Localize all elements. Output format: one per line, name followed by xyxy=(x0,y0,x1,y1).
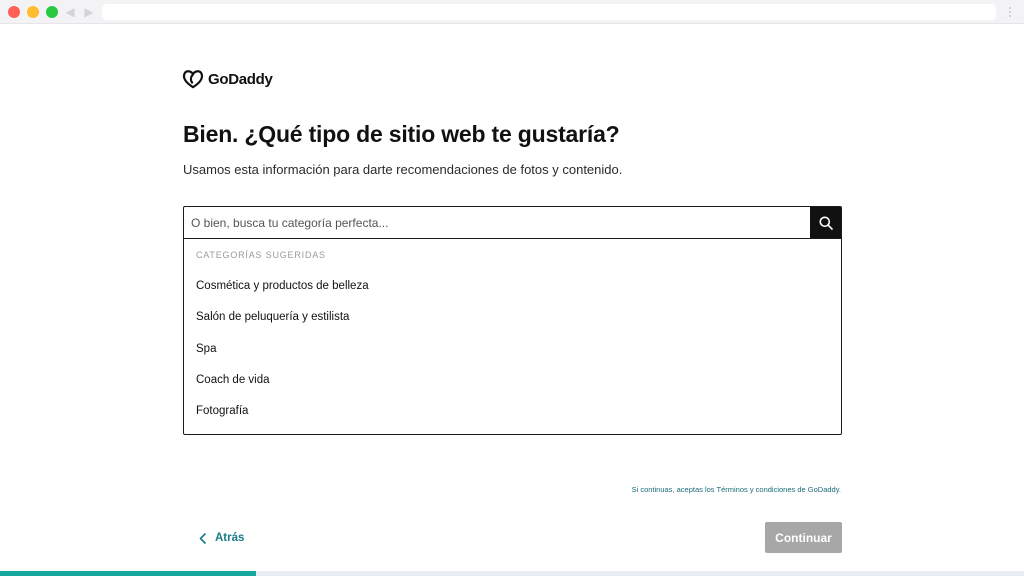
search-icon xyxy=(819,216,833,230)
progress-bar-fill xyxy=(0,571,256,576)
suggestion-life-coach[interactable]: Coach de vida xyxy=(184,365,841,396)
continue-button[interactable]: Continuar xyxy=(765,522,842,553)
suggested-categories-list: Cosmética y productos de belleza Salón d… xyxy=(184,271,841,427)
browser-chrome: ◀ ▶ xyxy=(0,0,1024,24)
chevron-left-icon xyxy=(199,532,206,544)
category-search-panel: CATEGORÍAS SUGERIDAS Cosmética y product… xyxy=(183,206,842,435)
godaddy-logo-icon xyxy=(182,70,204,89)
browser-forward-icon[interactable]: ▶ xyxy=(82,4,96,20)
suggestion-spa[interactable]: Spa xyxy=(184,334,841,365)
window-maximize-dot[interactable] xyxy=(46,6,58,18)
suggestion-hair-salon[interactable]: Salón de peluquería y estilista xyxy=(184,302,841,333)
browser-back-icon[interactable]: ◀ xyxy=(63,4,77,20)
window-minimize-dot[interactable] xyxy=(27,6,39,18)
window-close-dot[interactable] xyxy=(8,6,20,18)
terms-notice[interactable]: Si continuas, aceptas los Términos y con… xyxy=(632,485,841,494)
page-title: Bien. ¿Qué tipo de sitio web te gustaría… xyxy=(183,121,620,147)
suggested-categories-heading: CATEGORÍAS SUGERIDAS xyxy=(196,250,326,260)
back-button[interactable]: Atrás xyxy=(199,529,244,547)
back-button-label: Atrás xyxy=(215,532,245,544)
progress-bar xyxy=(0,571,1024,576)
brand-name: GoDaddy xyxy=(208,70,273,88)
browser-menu-icon[interactable] xyxy=(1005,4,1015,20)
suggestion-photography[interactable]: Fotografía xyxy=(184,396,841,427)
suggestion-cosmetics[interactable]: Cosmética y productos de belleza xyxy=(184,271,841,302)
page-subtitle: Usamos esta información para darte recom… xyxy=(183,162,623,177)
godaddy-logo[interactable]: GoDaddy xyxy=(182,68,273,90)
search-button[interactable] xyxy=(810,207,841,238)
category-search-input[interactable] xyxy=(184,207,810,238)
address-bar[interactable] xyxy=(102,4,996,20)
search-row xyxy=(184,207,841,239)
